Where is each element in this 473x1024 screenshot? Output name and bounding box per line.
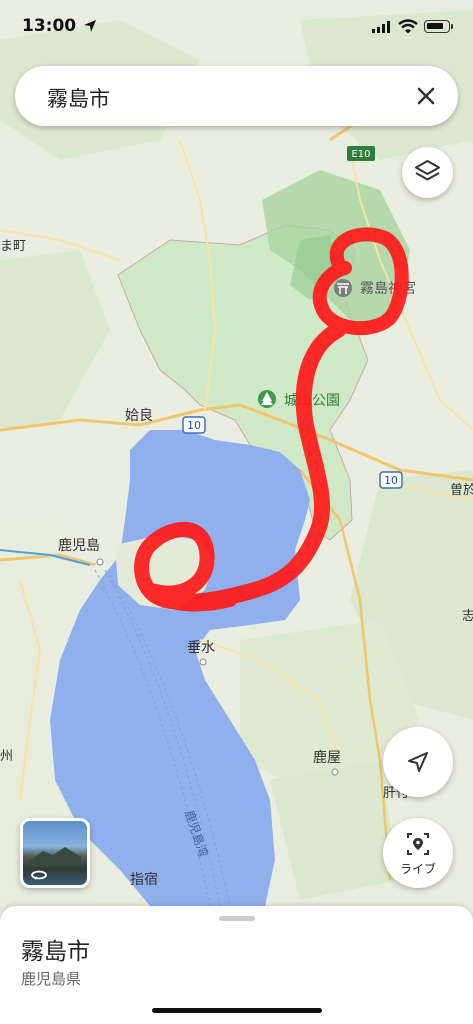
location-arrow-icon: [84, 20, 96, 32]
town-label: ま町: [0, 239, 26, 254]
kagoshima-label: 鹿児島: [58, 537, 100, 554]
expressway-label: E10: [351, 149, 370, 160]
search-query[interactable]: 霧島市: [47, 83, 110, 113]
kanoya-label: 鹿屋: [313, 749, 341, 766]
layers-icon: [415, 160, 440, 181]
route-10-label: 10: [384, 474, 398, 487]
place-bottom-sheet[interactable]: 霧島市 鹿児島県: [0, 906, 473, 1024]
layers-button[interactable]: [402, 147, 453, 198]
home-indicator: [152, 1008, 322, 1013]
place-title: 霧島市: [21, 939, 90, 965]
soo-label: 曽於: [450, 482, 473, 498]
search-bar[interactable]: 霧島市: [15, 66, 458, 126]
status-bar: 13:00: [0, 0, 473, 56]
battery-icon: [424, 20, 453, 33]
aira-label: 姶良: [125, 408, 153, 424]
live-view-label: ライブ: [399, 862, 436, 876]
close-icon[interactable]: [414, 84, 438, 108]
live-view-button[interactable]: ライブ: [383, 818, 453, 888]
live-view-icon: [407, 833, 429, 855]
tarumizu-label: 垂水: [187, 640, 215, 656]
my-location-button[interactable]: [383, 727, 453, 797]
jouyama-park-label[interactable]: 城山公園: [284, 393, 340, 409]
place-subtitle: 鹿児島県: [21, 970, 82, 988]
street-view-thumbnail[interactable]: [20, 818, 90, 888]
sheet-handle[interactable]: [219, 916, 255, 921]
navigation-arrow-icon: [408, 752, 428, 772]
edge-label: 州: [0, 749, 13, 764]
wifi-icon: [398, 19, 418, 34]
panorama-icon: [29, 847, 81, 880]
status-time: 13:00: [22, 16, 77, 36]
shrine-pin-icon[interactable]: [334, 279, 352, 297]
ibusuki-label: 指宿: [130, 871, 158, 888]
cellular-signal-icon: [372, 21, 390, 33]
route-10-label: 10: [187, 419, 201, 432]
shibushi-label: 志: [462, 609, 473, 624]
